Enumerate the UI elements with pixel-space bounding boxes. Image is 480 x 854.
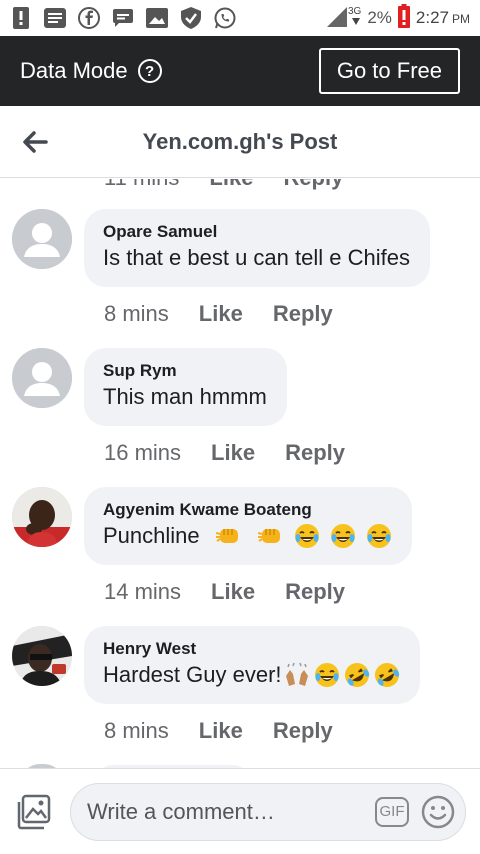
fist-emoji-icon	[257, 523, 284, 549]
facebook-notification-icon	[78, 7, 100, 29]
joy-emoji-icon	[366, 523, 392, 549]
image-notification-icon	[146, 7, 168, 29]
photo-avatar[interactable]	[12, 487, 72, 547]
reply-button[interactable]: Reply	[285, 440, 345, 466]
like-button[interactable]: Like	[199, 718, 243, 744]
comment-actions: 16 mins Like Reply	[104, 440, 375, 466]
whatsapp-notification-icon	[214, 7, 236, 29]
clock: 2:27 PM	[415, 8, 470, 27]
post-header: Yen.com.gh's Post	[0, 106, 480, 178]
default-avatar[interactable]	[12, 209, 72, 269]
comment-author[interactable]: Sup Rym	[103, 360, 267, 382]
page-title: Yen.com.gh's Post	[142, 128, 338, 154]
comment-bubble[interactable]: Opare Samuel Is that e best u can tell e…	[84, 209, 430, 287]
raising-hands-emoji-icon	[284, 662, 310, 688]
joy-emoji-icon	[294, 523, 320, 549]
comment-text: This man hmmm	[103, 384, 267, 409]
data-mode-label[interactable]: Data Mode ?	[20, 58, 162, 84]
like-button[interactable]: Like	[199, 301, 243, 327]
gif-button[interactable]: GIF	[375, 796, 409, 827]
comment-input-wrapper[interactable]: GIF	[70, 782, 466, 841]
comments-list[interactable]: 11 mins Like Reply Opare Samuel Is that …	[0, 179, 480, 768]
signal-icon: 3G	[327, 5, 362, 32]
comment-actions: 8 mins Like Reply	[104, 301, 363, 327]
comment-time: 14 mins	[104, 579, 182, 604]
comment-time: 16 mins	[104, 440, 182, 465]
back-arrow-icon[interactable]	[0, 106, 70, 178]
data-mode-bar: Data Mode ? Go to Free	[0, 36, 480, 106]
default-avatar[interactable]	[12, 348, 72, 408]
emoji-picker-icon[interactable]	[421, 795, 455, 829]
partial-comment-meta: 11 mins Like Reply	[104, 179, 343, 190]
reply-button[interactable]: Reply	[285, 579, 345, 605]
like-button[interactable]: Like	[211, 440, 255, 466]
fist-emoji-icon	[215, 523, 242, 549]
comment-author[interactable]: Agyenim Kwame Boateng	[103, 499, 392, 521]
comment-composer: GIF	[0, 768, 480, 854]
joy-emoji-icon	[330, 523, 356, 549]
battery-low-icon	[397, 3, 410, 33]
comment-bubble[interactable]: Henry West Hardest Guy ever!	[84, 626, 420, 704]
battery-percent: 2%	[367, 8, 392, 27]
comment-time: 8 mins	[104, 301, 169, 326]
comment-bubble[interactable]: Sup Rym This man hmmm	[84, 348, 287, 426]
alert-notification-icon	[10, 7, 32, 29]
comment-text: Hardest Guy ever!	[103, 660, 400, 690]
comment-actions: 14 mins Like Reply	[104, 579, 375, 605]
news-notification-icon	[44, 7, 66, 29]
comment-bubble[interactable]: Agyenim Kwame Boateng Punchline	[84, 487, 412, 565]
comment-time: 8 mins	[104, 718, 169, 743]
shield-notification-icon	[180, 7, 202, 29]
go-to-free-button[interactable]: Go to Free	[318, 48, 460, 94]
comment-author[interactable]: Henry West	[103, 638, 400, 660]
rofl-emoji-icon	[344, 662, 370, 688]
comment-text: Punchline	[103, 521, 392, 551]
comment-author[interactable]: Opare Samuel	[103, 221, 410, 243]
status-bar: 3G 3G 2% 2:27PM	[0, 0, 480, 36]
comment-text: Is that e best u can tell e Chifes	[103, 245, 410, 270]
message-notification-icon	[112, 7, 134, 29]
reply-button[interactable]: Reply	[273, 301, 333, 327]
comment-actions: 8 mins Like Reply	[104, 718, 363, 744]
svg-text:3G: 3G	[348, 6, 361, 17]
reply-button[interactable]: Reply	[273, 718, 333, 744]
like-button[interactable]: Like	[211, 579, 255, 605]
photo-avatar[interactable]	[12, 626, 72, 686]
joy-emoji-icon	[314, 662, 340, 688]
rofl-emoji-icon	[374, 662, 400, 688]
comment-input[interactable]	[87, 798, 375, 825]
info-icon[interactable]: ?	[137, 59, 162, 83]
photo-attach-icon[interactable]	[14, 792, 54, 832]
